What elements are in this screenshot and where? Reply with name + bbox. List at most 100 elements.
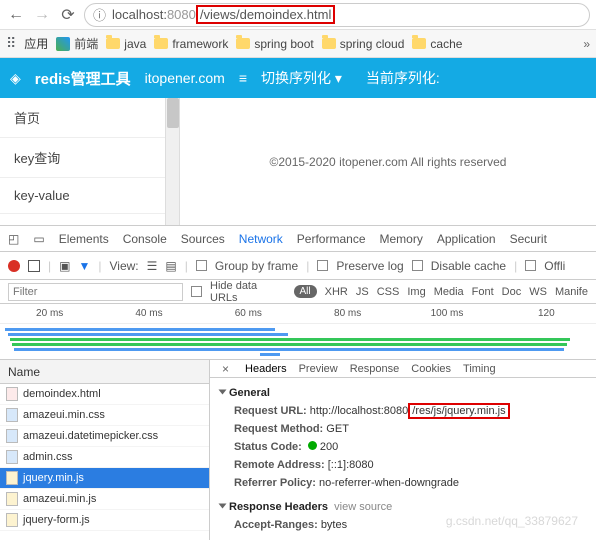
- sidebar: 首页 key查询 key-value: [0, 98, 180, 225]
- general-section[interactable]: General: [220, 384, 586, 402]
- switch-serial-button[interactable]: 切换序列化 ▾: [261, 68, 342, 88]
- info-icon: ⓘ: [93, 5, 106, 24]
- file-name: amazeui.min.js: [23, 493, 96, 505]
- tab-response[interactable]: Response: [350, 363, 400, 375]
- view-small-icon[interactable]: ▤: [165, 259, 176, 273]
- back-icon[interactable]: ←: [6, 5, 26, 25]
- file-icon: [6, 387, 18, 401]
- preserve-label: Preserve log: [336, 259, 403, 273]
- clear-button[interactable]: [28, 260, 40, 272]
- file-icon: [6, 450, 18, 464]
- filter-doc[interactable]: Doc: [502, 286, 522, 298]
- tab-headers[interactable]: Headers: [245, 363, 287, 375]
- url-path-highlight: /views/demoindex.html: [196, 5, 336, 24]
- file-icon: [6, 408, 18, 422]
- app-header: ◈ redis管理工具 itopener.com ≡ 切换序列化 ▾ 当前序列化…: [0, 58, 596, 98]
- bookmark-overflow-icon[interactable]: »: [583, 37, 590, 51]
- tab-elements[interactable]: Elements: [59, 232, 109, 246]
- waterfall[interactable]: [0, 324, 596, 360]
- inspect-icon[interactable]: ◰: [8, 232, 19, 246]
- disable-cache-label: Disable cache: [431, 259, 506, 273]
- headers-panel: General Request URL: http://localhost:80…: [210, 378, 596, 540]
- view-label: View:: [109, 259, 138, 273]
- copyright-text: ©2015-2020 itopener.com All rights reser…: [180, 98, 596, 225]
- network-toolbar: | ▣ ▼ | View: ☰ ▤ | Group by frame | Pre…: [0, 252, 596, 280]
- tab-network[interactable]: Network: [239, 232, 283, 246]
- request-row[interactable]: jquery.min.js: [0, 468, 209, 489]
- name-column-header[interactable]: Name: [0, 360, 209, 384]
- tab-timing[interactable]: Timing: [463, 363, 496, 375]
- filter-all[interactable]: All: [294, 285, 317, 298]
- app-title: redis管理工具: [35, 68, 131, 89]
- close-detail-icon[interactable]: ×: [218, 362, 233, 376]
- offline-checkbox[interactable]: [525, 260, 536, 271]
- request-row[interactable]: demoindex.html: [0, 384, 209, 405]
- tab-console[interactable]: Console: [123, 232, 167, 246]
- file-name: jquery.min.js: [23, 472, 84, 484]
- record-button[interactable]: [8, 260, 20, 272]
- filter-icon[interactable]: ▼: [78, 259, 90, 273]
- reload-icon[interactable]: ⟳: [58, 5, 78, 25]
- camera-icon[interactable]: ▣: [59, 259, 70, 273]
- group-label: Group by frame: [215, 259, 298, 273]
- filter-font[interactable]: Font: [472, 286, 494, 298]
- hide-data-urls-label: Hide data URLs: [210, 280, 286, 304]
- bookmark-item[interactable]: spring boot: [236, 37, 313, 51]
- bookmark-item[interactable]: cache: [412, 37, 462, 51]
- tab-cookies[interactable]: Cookies: [411, 363, 451, 375]
- logo-icon: ◈: [10, 70, 21, 87]
- db-icon: ≡: [239, 70, 247, 86]
- sidebar-item-key-value[interactable]: key-value: [0, 178, 179, 214]
- current-serial-label: 当前序列化:: [366, 68, 440, 88]
- url-port: 8080: [167, 7, 196, 22]
- bookmark-item[interactable]: framework: [154, 37, 228, 51]
- sidebar-item-key-query[interactable]: key查询: [0, 138, 179, 178]
- url-host: localhost:: [112, 7, 167, 22]
- file-icon: [6, 513, 18, 527]
- tab-preview[interactable]: Preview: [299, 363, 338, 375]
- filter-input[interactable]: [8, 283, 183, 301]
- offline-label: Offli: [544, 259, 565, 273]
- apps-icon[interactable]: ⠿: [6, 35, 16, 52]
- address-bar[interactable]: ⓘ localhost: 8080 /views/demoindex.html: [84, 3, 590, 27]
- preserve-checkbox[interactable]: [317, 260, 328, 271]
- filter-media[interactable]: Media: [434, 286, 464, 298]
- device-icon[interactable]: ▭: [33, 232, 44, 246]
- hide-data-urls-checkbox[interactable]: [191, 286, 202, 297]
- filter-img[interactable]: Img: [407, 286, 425, 298]
- bookmark-item[interactable]: 前端: [56, 35, 98, 52]
- filter-js[interactable]: JS: [356, 286, 369, 298]
- app-site: itopener.com: [145, 70, 225, 86]
- request-row[interactable]: admin.css: [0, 447, 209, 468]
- tab-security[interactable]: Securit: [510, 232, 547, 246]
- response-headers-section[interactable]: Response Headers view source: [220, 498, 586, 516]
- tab-sources[interactable]: Sources: [181, 232, 225, 246]
- sidebar-scrollbar[interactable]: [165, 98, 179, 225]
- request-row[interactable]: amazeui.min.js: [0, 489, 209, 510]
- request-row[interactable]: jquery-form.js: [0, 510, 209, 531]
- file-name: demoindex.html: [23, 388, 101, 400]
- request-row[interactable]: amazeui.datetimepicker.css: [0, 426, 209, 447]
- filter-row: Hide data URLs All XHR JS CSS Img Media …: [0, 280, 596, 304]
- request-row[interactable]: amazeui.min.css: [0, 405, 209, 426]
- apps-label[interactable]: 应用: [24, 35, 48, 52]
- forward-icon[interactable]: →: [32, 5, 52, 25]
- detail-tabs: × Headers Preview Response Cookies Timin…: [210, 360, 596, 378]
- file-icon: [6, 429, 18, 443]
- request-list: Name demoindex.htmlamazeui.min.cssamazeu…: [0, 360, 210, 540]
- tab-memory[interactable]: Memory: [380, 232, 423, 246]
- disable-cache-checkbox[interactable]: [412, 260, 423, 271]
- devtools-tabs: ◰ ▭ Elements Console Sources Network Per…: [0, 226, 596, 252]
- bookmark-item[interactable]: spring cloud: [322, 37, 405, 51]
- filter-ws[interactable]: WS: [529, 286, 547, 298]
- sidebar-item-home[interactable]: 首页: [0, 98, 179, 138]
- filter-xhr[interactable]: XHR: [325, 286, 348, 298]
- view-large-icon[interactable]: ☰: [147, 259, 158, 273]
- filter-css[interactable]: CSS: [377, 286, 400, 298]
- tab-performance[interactable]: Performance: [297, 232, 366, 246]
- tab-application[interactable]: Application: [437, 232, 496, 246]
- filter-manifest[interactable]: Manife: [555, 286, 588, 298]
- file-name: jquery-form.js: [23, 514, 90, 526]
- group-checkbox[interactable]: [196, 260, 207, 271]
- bookmark-item[interactable]: java: [106, 37, 146, 51]
